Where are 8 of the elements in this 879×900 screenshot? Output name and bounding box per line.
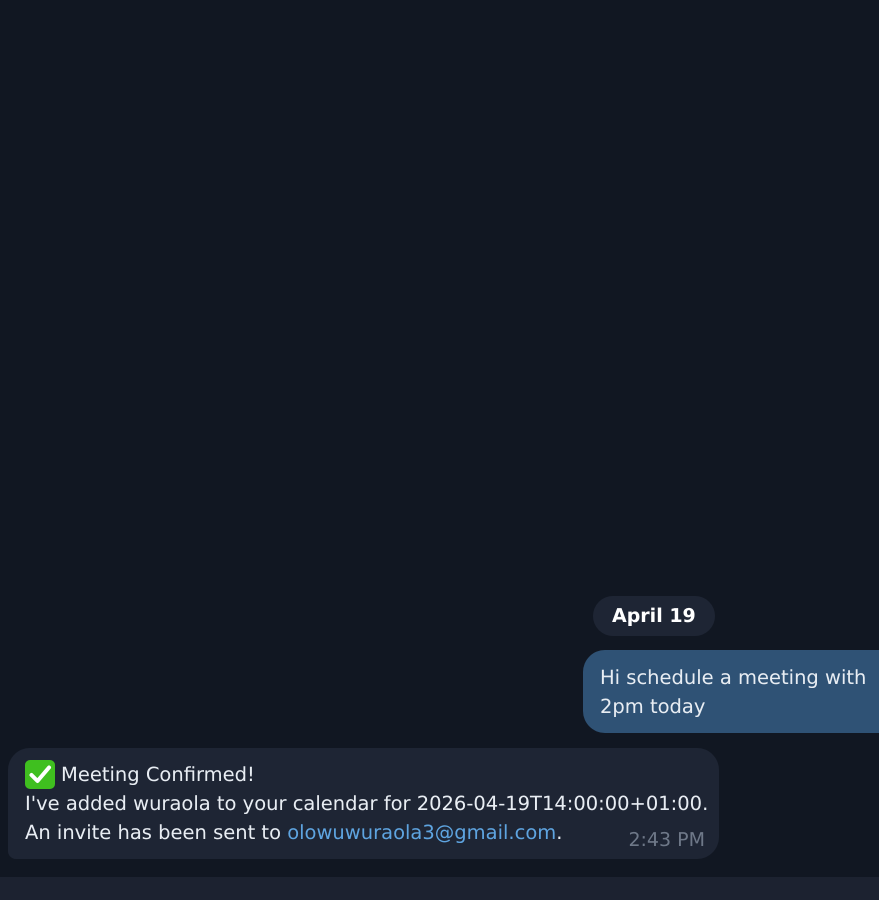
message-time: 2:43 PM (628, 828, 705, 853)
message-text: An invite has been sent to olowuwuraola3@gmail.com. (25, 820, 562, 846)
message-title: Meeting Confirmed! (61, 762, 255, 788)
email-link[interactable]: olowuwuraola3@gmail.com (287, 821, 556, 844)
message-text: Hi schedule a meeting with 2pm today (600, 666, 866, 718)
date-divider: April 19 (593, 596, 715, 636)
message-text: I've added wuraola to your calendar for 2026-04-19T14:00:00+01:00. (25, 791, 708, 817)
check-mark-icon (25, 760, 55, 789)
